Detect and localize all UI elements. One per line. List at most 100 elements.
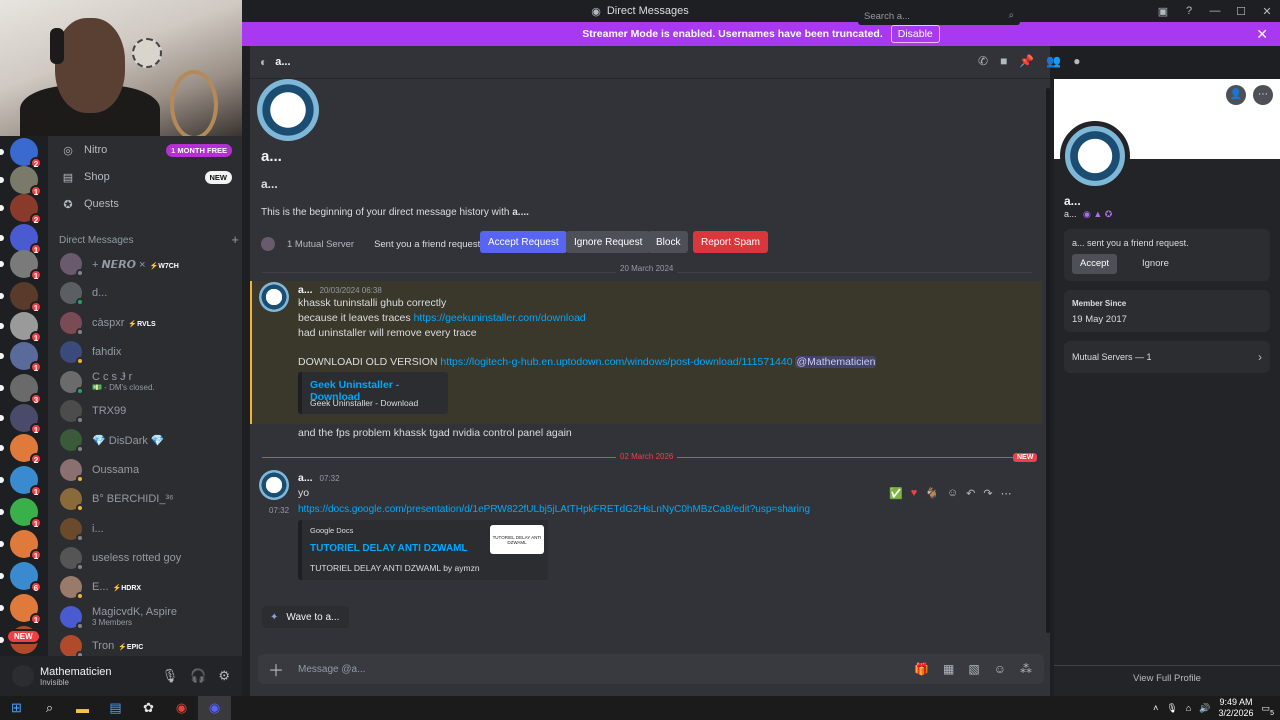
- reply-icon[interactable]: ↶: [966, 487, 975, 500]
- server-icon[interactable]: 3: [10, 374, 42, 405]
- volume-icon[interactable]: 🔊: [1199, 703, 1210, 714]
- server-icon[interactable]: 1: [10, 282, 42, 313]
- dm-item[interactable]: + 𝙉𝙀𝙍𝙊 × ⚡W7CH: [54, 250, 236, 278]
- checkmark-reaction-icon[interactable]: ✅: [889, 487, 903, 500]
- dm-item[interactable]: i...: [54, 515, 236, 543]
- dm-item[interactable]: càspxr ⚡RVLS: [54, 309, 236, 337]
- file-explorer-icon[interactable]: ▬: [66, 701, 99, 716]
- emoji-icon[interactable]: ☺: [994, 662, 1006, 676]
- more-options-icon[interactable]: ⋯: [1253, 85, 1273, 105]
- embed-title[interactable]: TUTORIEL DELAY ANTI DZWAML: [310, 543, 468, 554]
- dm-item[interactable]: fahdix: [54, 338, 236, 366]
- create-dm-icon[interactable]: +: [231, 233, 239, 246]
- server-icon[interactable]: 1: [10, 404, 42, 435]
- voice-call-icon[interactable]: ✆: [978, 54, 988, 68]
- server-icon[interactable]: 1: [10, 166, 42, 197]
- server-icon[interactable]: 2: [10, 194, 42, 225]
- dm-item[interactable]: TRX99: [54, 397, 236, 425]
- add-friends-to-dm-icon[interactable]: 👥: [1046, 54, 1061, 68]
- sticker-icon[interactable]: ▧: [968, 662, 979, 676]
- apps-icon[interactable]: ⁂: [1020, 662, 1032, 676]
- server-icon[interactable]: 6: [10, 562, 42, 593]
- wifi-icon[interactable]: ⌂: [1186, 703, 1191, 713]
- chrome-icon[interactable]: ◉: [165, 700, 198, 716]
- server-icon[interactable]: 1: [10, 342, 42, 373]
- store-icon[interactable]: ▤: [99, 700, 132, 716]
- maximize-button[interactable]: ☐: [1228, 5, 1254, 18]
- inbox-icon[interactable]: ▣: [1150, 5, 1176, 18]
- server-icon[interactable]: 1: [10, 530, 42, 561]
- accept-request-button[interactable]: Accept Request: [480, 231, 567, 253]
- view-full-profile-link[interactable]: View Full Profile: [1054, 673, 1280, 684]
- more-options-icon[interactable]: ⋯: [1001, 487, 1012, 500]
- avatar[interactable]: [259, 470, 289, 500]
- nav-shop[interactable]: ▤ Shop NEW: [54, 165, 236, 189]
- chatgpt-icon[interactable]: ✿: [132, 700, 165, 716]
- dm-item[interactable]: B° BERCHIDI_³⁶: [54, 485, 236, 513]
- avatar[interactable]: [12, 665, 34, 687]
- gear-icon[interactable]: ⚙: [218, 668, 230, 684]
- dm-item[interactable]: MagicvdK, Aspire 3 Members: [54, 603, 236, 631]
- message-link[interactable]: https://docs.google.com/presentation/d/1…: [298, 504, 810, 515]
- nav-quests[interactable]: ✪ Quests: [54, 192, 236, 216]
- embed-thumbnail[interactable]: TUTORIEL DELAY ANTI DZWAML: [490, 525, 544, 554]
- dm-item[interactable]: E... ⚡HDRX: [54, 573, 236, 601]
- report-spam-button[interactable]: Report Spam: [693, 231, 768, 253]
- microphone-icon[interactable]: 🎙: [1166, 703, 1177, 714]
- add-reaction-icon[interactable]: ☺: [947, 487, 958, 500]
- dm-item[interactable]: useless rotted goy: [54, 544, 236, 572]
- discord-taskbar-icon[interactable]: ◉: [198, 696, 231, 720]
- goat-reaction-icon[interactable]: 🐐: [925, 487, 939, 500]
- search-input[interactable]: Search a... ⌕: [858, 8, 1020, 25]
- microphone-icon[interactable]: 🎙: [162, 668, 179, 684]
- server-icon[interactable]: 2: [10, 434, 42, 465]
- server-icon[interactable]: 1: [10, 466, 42, 497]
- close-button[interactable]: ✕: [1254, 5, 1280, 18]
- message-link[interactable]: https://logitech-g-hub.en.uptodown.com/w…: [440, 356, 792, 368]
- add-friend-icon[interactable]: 👤: [1226, 85, 1246, 105]
- server-icon[interactable]: 1: [10, 250, 42, 281]
- search-icon[interactable]: ⌕: [33, 700, 66, 716]
- forward-icon[interactable]: ↷: [983, 487, 992, 500]
- mutual-servers-row[interactable]: Mutual Servers — 1 ›: [1064, 341, 1270, 373]
- server-icon[interactable]: 2: [10, 138, 42, 169]
- mutual-servers[interactable]: 1 Mutual Server: [287, 239, 354, 250]
- ignore-request-button[interactable]: Ignore Request: [566, 231, 651, 253]
- notifications-icon[interactable]: ▭ 5: [1261, 703, 1274, 717]
- help-icon[interactable]: ?: [1176, 5, 1202, 17]
- attach-plus-icon[interactable]: ＋: [268, 657, 284, 681]
- dm-item[interactable]: Tron ⚡EPIC: [54, 632, 236, 656]
- wave-button[interactable]: ✦ Wave to a...: [262, 606, 350, 628]
- video-call-icon[interactable]: ■: [1000, 54, 1007, 68]
- ignore-button[interactable]: Ignore: [1134, 254, 1177, 274]
- message-author[interactable]: a...: [298, 472, 313, 484]
- server-icon[interactable]: 1: [10, 498, 42, 529]
- block-button[interactable]: Block: [648, 231, 689, 253]
- clock[interactable]: 9:49 AM 3/2/2026: [1218, 697, 1253, 719]
- close-icon[interactable]: ✕: [1256, 26, 1268, 43]
- headset-icon[interactable]: 🎧: [190, 668, 206, 684]
- chevron-up-icon[interactable]: ˄: [1153, 703, 1158, 713]
- message-author[interactable]: a...: [298, 284, 313, 296]
- windows-start-icon[interactable]: ⊞: [0, 700, 33, 716]
- message-input[interactable]: Message @a...: [298, 664, 365, 675]
- server-icon[interactable]: 1: [10, 224, 42, 255]
- dm-item[interactable]: C c s Ɉ r 💵 - DM's closed.: [54, 368, 236, 396]
- scrollbar[interactable]: [1046, 88, 1050, 633]
- nav-nitro[interactable]: ◎ Nitro 1 MONTH FREE: [54, 138, 236, 162]
- heart-reaction-icon[interactable]: ♥: [911, 487, 918, 500]
- avatar[interactable]: [259, 282, 289, 312]
- disable-button[interactable]: Disable: [890, 25, 940, 43]
- dm-item[interactable]: 💎 DisDark 💎: [54, 426, 236, 454]
- gif-icon[interactable]: ▦: [943, 662, 954, 676]
- pin-icon[interactable]: 📌: [1019, 54, 1034, 68]
- user-mention[interactable]: @Mathematicien: [795, 356, 877, 368]
- dm-item[interactable]: d...: [54, 279, 236, 307]
- avatar[interactable]: [1060, 121, 1130, 191]
- server-icon[interactable]: 1: [10, 594, 42, 625]
- gift-icon[interactable]: 🎁: [914, 662, 929, 676]
- minimize-button[interactable]: —: [1202, 5, 1228, 17]
- dm-item[interactable]: Oussama: [54, 456, 236, 484]
- server-icon[interactable]: 1: [10, 312, 42, 343]
- accept-button[interactable]: Accept: [1072, 254, 1118, 274]
